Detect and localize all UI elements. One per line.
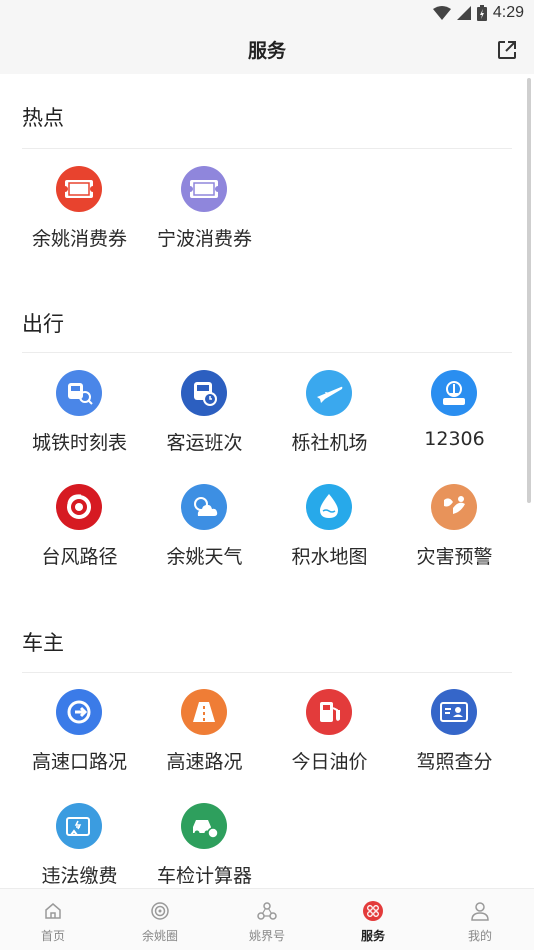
service-tile-bus-schedule[interactable]: 客运班次 [142, 370, 267, 470]
tab-label: 服务 [360, 929, 385, 943]
car-inspection-icon [181, 803, 227, 849]
hub-icon [257, 902, 277, 920]
tab-service[interactable]: 服务 [320, 889, 426, 950]
service-label: 余姚消费券 [31, 228, 127, 250]
section-title-hot: 热点 [22, 106, 64, 130]
service-label: 栎社机场 [291, 432, 368, 454]
disaster-warning-icon [431, 484, 477, 530]
service-tile-highway-traffic[interactable]: 高速路况 [142, 689, 267, 789]
section-divider [22, 148, 512, 149]
license-icon [431, 689, 477, 735]
road-icon [181, 689, 227, 735]
page-title: 服务 [247, 40, 286, 62]
battery-icon [476, 5, 487, 21]
service-label: 高速路况 [166, 751, 243, 773]
section-divider [22, 672, 512, 673]
tab-yaojie[interactable]: 姚界号 [214, 889, 320, 950]
tab-label: 首页 [40, 929, 65, 943]
fuel-pump-icon [306, 689, 352, 735]
service-tile-highway-exit[interactable]: 高速口路况 [17, 689, 142, 789]
service-label: 台风路径 [41, 546, 118, 568]
airplane-icon [306, 370, 352, 416]
tab-profile[interactable]: 我的 [427, 889, 533, 950]
payment-icon [56, 803, 102, 849]
home-icon [45, 903, 61, 919]
service-content[interactable]: 热点 余姚消费券 宁波消费券 出行 城铁时刻表 客运班次 栎社机场 12306 … [0, 74, 534, 886]
service-tile-violation-payment[interactable]: 违法缴费 [17, 803, 142, 886]
service-label: 今日油价 [291, 751, 368, 773]
tab-yuyao-circle[interactable]: 余姚圈 [107, 889, 213, 950]
service-tile-weather[interactable]: 余姚天气 [142, 484, 267, 584]
service-icon [363, 901, 383, 921]
highway-exit-icon [56, 689, 102, 735]
service-label: 城铁时刻表 [31, 432, 127, 454]
tab-label: 我的 [467, 929, 492, 943]
service-label: 违法缴费 [41, 865, 118, 886]
service-label: 客运班次 [166, 432, 243, 454]
service-tile-ningbo-coupon[interactable]: 宁波消费券 [142, 166, 267, 266]
coupon-icon [181, 166, 227, 212]
section-title-travel: 出行 [22, 312, 64, 336]
service-label: 宁波消费券 [156, 228, 252, 250]
service-tile-typhoon[interactable]: 台风路径 [17, 484, 142, 584]
bottom-tab-bar: 首页 余姚圈 姚界号 服务 我的 [0, 888, 534, 950]
water-drop-icon [306, 484, 352, 530]
railway-12306-icon [431, 370, 477, 416]
service-label: 高速口路况 [31, 751, 127, 773]
section-title-car-owner: 车主 [22, 631, 64, 655]
service-tile-12306[interactable]: 12306 [392, 370, 517, 470]
tab-home[interactable]: 首页 [0, 889, 106, 950]
service-label: 车检计算器 [156, 865, 252, 886]
share-icon[interactable] [496, 39, 518, 61]
scrollbar[interactable] [527, 78, 531, 503]
service-tile-airport[interactable]: 栎社机场 [267, 370, 392, 470]
service-label: 灾害预警 [416, 546, 493, 568]
section-divider [22, 352, 512, 353]
bus-icon [181, 370, 227, 416]
service-label: 余姚天气 [166, 546, 243, 568]
circle-icon [151, 902, 169, 920]
service-label: 12306 [424, 428, 485, 450]
service-tile-yuyao-coupon[interactable]: 余姚消费券 [17, 166, 142, 266]
status-icons: 4:29 [432, 3, 524, 23]
typhoon-icon [56, 484, 102, 530]
service-tile-waterlogging-map[interactable]: 积水地图 [267, 484, 392, 584]
signal-icon [456, 6, 471, 20]
coupon-icon [56, 166, 102, 212]
service-tile-metro-schedule[interactable]: 城铁时刻表 [17, 370, 142, 470]
service-label: 驾照查分 [416, 751, 493, 773]
weather-icon [181, 484, 227, 530]
status-bar: 4:29 [0, 0, 534, 26]
tab-label: 余姚圈 [141, 929, 178, 943]
status-time: 4:29 [492, 4, 524, 21]
tab-label: 姚界号 [248, 929, 285, 943]
train-schedule-icon [56, 370, 102, 416]
service-tile-car-inspection[interactable]: 车检计算器 [142, 803, 267, 886]
service-tile-disaster-warning[interactable]: 灾害预警 [392, 484, 517, 584]
wifi-icon [432, 6, 451, 20]
header-bar: 服务 [0, 26, 534, 74]
service-label: 积水地图 [291, 546, 368, 568]
service-tile-fuel-price[interactable]: 今日油价 [267, 689, 392, 789]
profile-icon [471, 902, 489, 921]
service-tile-license-points[interactable]: 驾照查分 [392, 689, 517, 789]
